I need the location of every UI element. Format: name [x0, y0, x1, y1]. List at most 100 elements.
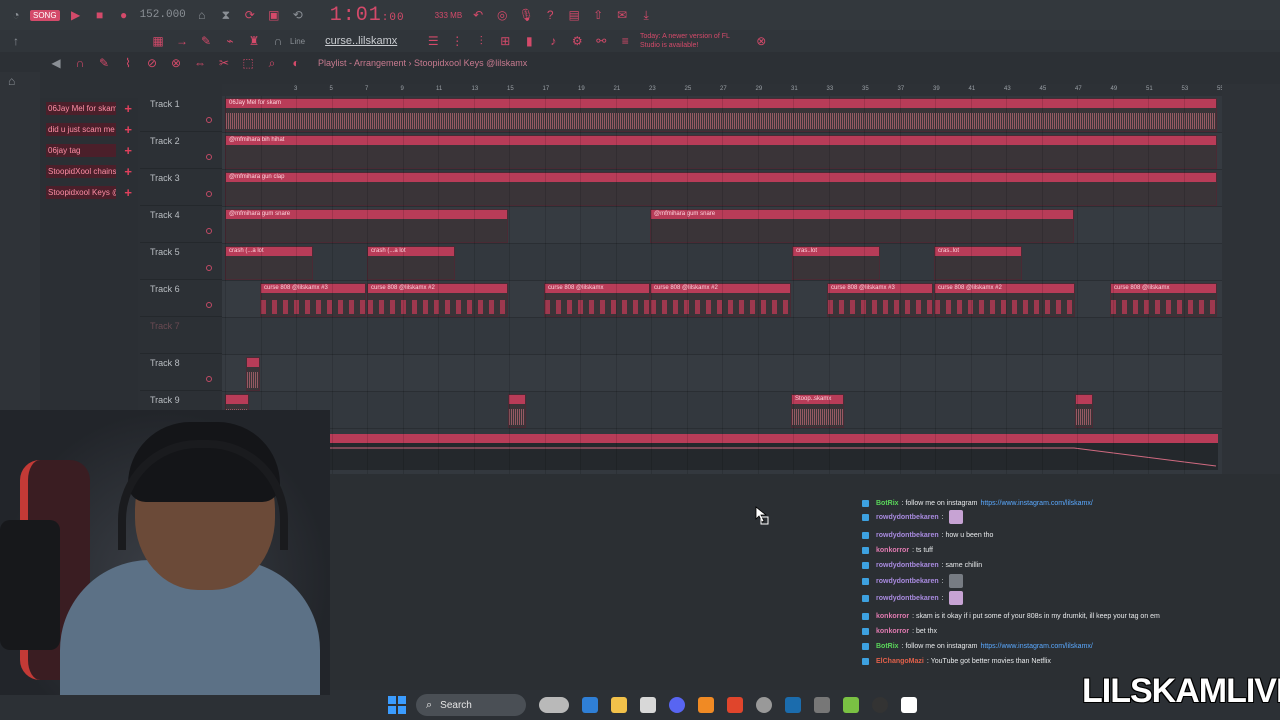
app-icon[interactable]: [814, 697, 830, 713]
track-enable-dot[interactable]: [206, 228, 212, 234]
news-ticker[interactable]: Today: A newer version of FL Studio is a…: [640, 32, 730, 50]
channel-rack-icon[interactable]: ⋮: [449, 33, 465, 49]
browser-icon[interactable]: ⊞: [497, 33, 513, 49]
pattern-clip[interactable]: @mfmihara gun clap: [225, 172, 1217, 206]
slice-icon[interactable]: ✂: [216, 55, 232, 71]
download-icon[interactable]: ⤓: [638, 7, 654, 23]
taskbar-search[interactable]: ⌕ Search: [416, 694, 526, 716]
track-enable-dot[interactable]: [206, 265, 212, 271]
file-explorer-icon[interactable]: [611, 697, 627, 713]
obs-icon[interactable]: [756, 697, 772, 713]
close-news-icon[interactable]: ⊗: [753, 33, 769, 49]
pencil-icon[interactable]: ✎: [198, 33, 214, 49]
add-icon[interactable]: +: [124, 164, 132, 179]
add-icon[interactable]: +: [124, 143, 132, 158]
playlist-icon[interactable]: ☰: [425, 33, 441, 49]
song-mode-badge[interactable]: SONG: [30, 9, 60, 21]
paint-brush-icon[interactable]: ⌇: [120, 55, 136, 71]
chat-username[interactable]: rowdydontbekaren: [876, 578, 939, 585]
arrow-left-icon[interactable]: ◀: [48, 55, 64, 71]
menu-icon[interactable]: ↑: [8, 33, 24, 49]
add-icon[interactable]: +: [124, 122, 132, 137]
track-header[interactable]: Track 8: [140, 354, 222, 391]
pattern-clip[interactable]: @mfmihara gum snare: [650, 209, 1074, 243]
pattern-clip[interactable]: crash (...a lot: [367, 246, 455, 280]
playlist-scroll-area[interactable]: [1222, 84, 1280, 474]
pattern-clip[interactable]: curse 808 @lilskamx #3: [260, 283, 366, 317]
magnet-icon[interactable]: ∩: [270, 33, 286, 49]
timeline-ruler[interactable]: 3 5 7 9 11 13 15 17 19 21 23 25 27 29 31 33 35 37 39 41 43 45…: [222, 84, 1222, 96]
draw-icon[interactable]: ✎: [96, 55, 112, 71]
4k-app-icon[interactable]: [872, 697, 888, 713]
track-enable-dot[interactable]: [206, 191, 212, 197]
track-enable-dot[interactable]: [206, 376, 212, 382]
step-edit-icon[interactable]: ▣: [266, 7, 282, 23]
piano-roll-icon[interactable]: ▦: [150, 33, 166, 49]
snap-label[interactable]: Line: [290, 37, 305, 46]
track-header[interactable]: Track 7: [140, 317, 222, 354]
nvidia-icon[interactable]: [843, 697, 859, 713]
fl-studio-icon[interactable]: [698, 697, 714, 713]
track-header[interactable]: Track 6: [140, 280, 222, 317]
help-icon[interactable]: ?: [542, 7, 558, 23]
stamp-icon[interactable]: ♜: [246, 33, 262, 49]
snap-icon[interactable]: ∩: [72, 55, 88, 71]
select-icon[interactable]: ⬚: [240, 55, 256, 71]
pattern-clip[interactable]: crash (...a lot: [225, 246, 313, 280]
chat-link[interactable]: https://www.instagram.com/lilskamx/: [980, 500, 1092, 507]
pattern-clip[interactable]: curse 808 @lilskamx: [1110, 283, 1217, 317]
widgets-icon[interactable]: [539, 697, 569, 713]
track-header[interactable]: Track 1: [140, 95, 222, 132]
picker-item[interactable]: StoopidXool chains... +: [40, 161, 138, 182]
mute-icon[interactable]: ⊗: [168, 55, 184, 71]
store-icon[interactable]: [640, 697, 656, 713]
render-icon[interactable]: ⇧: [590, 7, 606, 23]
track-enable-dot[interactable]: [206, 117, 212, 123]
add-icon[interactable]: +: [124, 101, 132, 116]
chat-username[interactable]: BotRix: [876, 500, 899, 507]
play-icon[interactable]: ▶: [68, 7, 84, 23]
audio-clip[interactable]: [246, 357, 260, 391]
audio-clip[interactable]: 06Jay Mel for skam: [225, 98, 1217, 132]
pattern-clip[interactable]: cras..lot: [934, 246, 1022, 280]
windows-start-icon[interactable]: [388, 696, 406, 714]
audio-clip[interactable]: Stoop..skamx: [791, 394, 844, 428]
audio-clip[interactable]: [508, 394, 526, 428]
track-header[interactable]: Track 3: [140, 169, 222, 206]
pattern-selector[interactable]: curse..lilskamx: [325, 35, 397, 47]
pattern-clip[interactable]: curse 808 @lilskamx #2: [934, 283, 1075, 317]
discord-icon[interactable]: [669, 697, 685, 713]
plugin-icon[interactable]: ▮: [521, 33, 537, 49]
pattern-clip[interactable]: curse 808 @lilskamx #2: [650, 283, 791, 317]
playback-icon[interactable]: ◐: [288, 55, 304, 71]
track-header[interactable]: Track 4: [140, 206, 222, 243]
zoom-icon[interactable]: ⌕: [264, 55, 280, 71]
chat-username[interactable]: BotRix: [876, 643, 899, 650]
copilot-icon[interactable]: [582, 697, 598, 713]
track-enable-dot[interactable]: [206, 154, 212, 160]
pattern-clip[interactable]: curse 808 @lilskamx #3: [827, 283, 933, 317]
chat-username[interactable]: konkorror: [876, 628, 909, 635]
mic-icon[interactable]: 🎙: [518, 7, 534, 23]
capcut-icon[interactable]: [901, 697, 917, 713]
browser-folder-icon[interactable]: ⌂: [8, 74, 15, 88]
paint-icon[interactable]: ⌁: [222, 33, 238, 49]
delete-icon[interactable]: ⊘: [144, 55, 160, 71]
tempo-readout[interactable]: 152.000: [140, 9, 186, 21]
stop-icon[interactable]: ■: [92, 7, 108, 23]
countdown-icon[interactable]: ⟳: [242, 7, 258, 23]
link-icon[interactable]: ⚯: [593, 33, 609, 49]
mixer-icon[interactable]: ⫶: [473, 33, 489, 49]
chat-username[interactable]: ElChangoMazi: [876, 658, 924, 665]
chat-icon[interactable]: ✉: [614, 7, 630, 23]
arrow-right-icon[interactable]: →: [174, 33, 190, 49]
undo-icon[interactable]: ↶: [470, 7, 486, 23]
steam-icon[interactable]: [785, 697, 801, 713]
chat-username[interactable]: konkorror: [876, 613, 909, 620]
chat-link[interactable]: https://www.instagram.com/lilskamx/: [980, 643, 1092, 650]
track-header[interactable]: Track 2: [140, 132, 222, 169]
chat-username[interactable]: rowdydontbekaren: [876, 595, 939, 602]
picker-item[interactable]: Stoopidxool Keys @li... +: [40, 182, 138, 203]
loop-record-icon[interactable]: ⟲: [290, 7, 306, 23]
metronome-icon[interactable]: ⌂: [194, 7, 210, 23]
